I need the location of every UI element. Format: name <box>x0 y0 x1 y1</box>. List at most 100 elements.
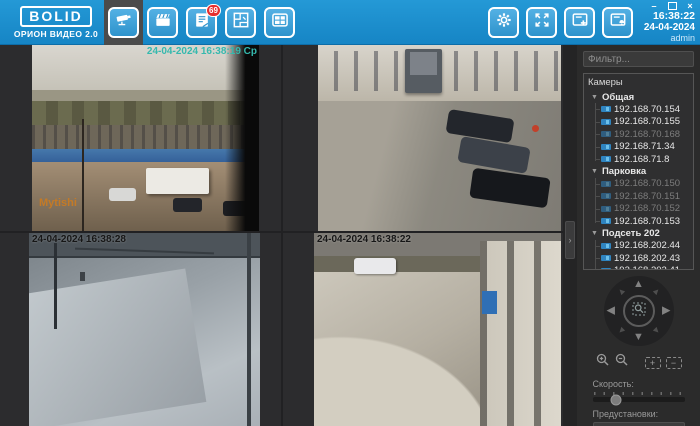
scene-columns <box>480 241 562 426</box>
cameras-view-button[interactable] <box>108 7 139 38</box>
events-count-badge: 69 <box>206 4 221 17</box>
ptz-up-right-arrow[interactable]: ▲ <box>650 285 663 298</box>
events-journal-button[interactable]: 69 <box>186 7 217 38</box>
camera-cell-1[interactable]: 24-04-2024 16:38:19 Ср Mytishi <box>0 45 281 231</box>
presets-control: Предустановки: <box>593 409 685 426</box>
camera-filter-input[interactable] <box>583 51 694 67</box>
clock-date: 24-04-2024 <box>644 22 695 33</box>
tree-camera-item[interactable]: 192.168.71.34 <box>584 141 693 154</box>
toolbar-events-slot: 69 <box>182 0 221 45</box>
ptz-up-left-arrow[interactable]: ▲ <box>615 285 628 298</box>
camera-timestamp: 24-04-2024 16:38:22 <box>317 234 411 245</box>
settings-button[interactable] <box>488 7 519 38</box>
magnifier-plus-icon <box>596 353 610 372</box>
scene-sign <box>482 291 497 314</box>
tree-camera-item[interactable]: 192.168.70.153 <box>584 215 693 228</box>
tree-group-podset-202[interactable]: Подсеть 202 <box>584 228 693 240</box>
toolbar-archive-slot <box>143 0 182 45</box>
camera-ip: 192.168.202.44 <box>614 240 680 251</box>
toolbar-cameras-slot <box>104 0 143 45</box>
focus-plus-button[interactable]: + <box>645 357 661 369</box>
presets-dropdown[interactable] <box>593 422 685 426</box>
tree-camera-item[interactable]: 192.168.70.151 <box>584 190 693 203</box>
presets-label: Предустановки: <box>593 409 685 419</box>
fullscreen-arrows-icon <box>532 10 552 35</box>
session-status: 16:38:22 24-04-2024 admin <box>644 11 695 44</box>
sidebar-collapse-handle[interactable]: › <box>565 221 575 259</box>
right-sidebar: Камеры Общая 192.168.70.154 192.168.70.1… <box>577 45 700 426</box>
tree-group-obshchaya[interactable]: Общая <box>584 91 693 103</box>
ptz-area-zoom-button[interactable] <box>623 295 655 327</box>
tree-camera-item[interactable]: 192.168.70.168 <box>584 128 693 141</box>
camera-timestamp: 24-04-2024 16:38:28 <box>32 234 126 245</box>
ptz-right-arrow[interactable]: ▶ <box>662 306 670 317</box>
toolbar-right-group <box>488 7 633 38</box>
ptz-up-arrow[interactable]: ▲ <box>633 279 644 290</box>
ptz-zoom-controls: + − <box>596 353 682 372</box>
camera-ip: 192.168.202.43 <box>614 253 680 264</box>
layouts-button[interactable] <box>264 7 295 38</box>
clock-time: 16:38:22 <box>644 11 695 22</box>
ptz-down-left-arrow[interactable]: ▲ <box>615 324 628 337</box>
camera-video-courtyard <box>318 45 561 231</box>
tree-group-parkovka[interactable]: Парковка <box>584 166 693 178</box>
camera-icon <box>601 119 611 125</box>
scene-figure <box>80 272 85 281</box>
camera-ip: 192.168.71.8 <box>614 154 669 165</box>
tree-camera-item[interactable]: 192.168.70.154 <box>584 103 693 116</box>
camera-icon <box>601 243 611 249</box>
tree-camera-item[interactable]: 192.168.202.41 <box>584 265 693 271</box>
group-label: Общая <box>602 92 634 103</box>
camera-icon <box>601 218 611 224</box>
focus-minus-button[interactable]: − <box>666 357 682 369</box>
camera-ip: 192.168.70.153 <box>614 216 680 227</box>
tree-camera-item[interactable]: 192.168.202.43 <box>584 252 693 265</box>
speed-slider[interactable] <box>593 397 685 402</box>
archive-button[interactable] <box>147 7 178 38</box>
camera-ip: 192.168.70.152 <box>614 203 680 214</box>
camera-cell-2[interactable] <box>283 45 563 231</box>
tree-camera-item[interactable]: 192.168.70.150 <box>584 178 693 191</box>
camera-icon <box>601 193 611 199</box>
tree-camera-item[interactable]: 192.168.202.44 <box>584 240 693 253</box>
fullscreen-button[interactable] <box>526 7 557 38</box>
zoom-out-button[interactable] <box>615 353 629 372</box>
top-toolbar: BOLID ОРИОН ВИДЕО 2.0 <box>0 0 700 45</box>
alarm-monitor-button[interactable] <box>602 7 633 38</box>
camera-timestamp: 24-04-2024 16:38:19 Ср <box>147 46 257 57</box>
zoom-in-button[interactable] <box>596 353 610 372</box>
camera-ip: 192.168.70.154 <box>614 104 680 115</box>
floor-plans-button[interactable] <box>225 7 256 38</box>
camera-ip: 192.168.70.151 <box>614 191 680 202</box>
grid-layout-icon <box>270 10 290 35</box>
camera-icon <box>601 131 611 137</box>
speed-control: Скорость: <box>593 379 685 402</box>
camera-icon <box>601 268 611 270</box>
floor-plan-icon <box>231 10 251 35</box>
camera-icon <box>601 206 611 212</box>
scene-pole <box>54 243 57 330</box>
camera-cell-4[interactable]: 24-04-2024 16:38:22 <box>283 233 563 426</box>
tree-camera-item[interactable]: 192.168.71.8 <box>584 153 693 166</box>
speed-label: Скорость: <box>593 379 685 389</box>
add-monitor-button[interactable] <box>564 7 595 38</box>
scene-truck <box>146 168 210 194</box>
tree-camera-item[interactable]: 192.168.70.155 <box>584 116 693 129</box>
camera-cell-3[interactable]: 24-04-2024 16:38:28 <box>0 233 281 426</box>
camera-icon <box>601 181 611 187</box>
ptz-down-right-arrow[interactable]: ▲ <box>650 324 663 337</box>
tree-camera-item[interactable]: 192.168.70.152 <box>584 203 693 216</box>
toolbar-left-group: 69 <box>104 0 299 45</box>
tree-children: 192.168.70.150 192.168.70.151 192.168.70… <box>584 178 693 228</box>
sidebar-splitter: › <box>563 45 577 426</box>
speed-slider-thumb[interactable] <box>611 394 622 405</box>
camera-ip: 192.168.70.155 <box>614 116 680 127</box>
ptz-down-arrow[interactable]: ▼ <box>633 332 644 343</box>
ptz-left-arrow[interactable]: ◀ <box>607 306 615 317</box>
camera-ip: 192.168.202.41 <box>614 265 680 270</box>
camera-ip: 192.168.70.150 <box>614 178 680 189</box>
tree-children: 192.168.202.44 192.168.202.43 192.168.20… <box>584 240 693 271</box>
scene-truck-box <box>410 52 437 74</box>
group-label: Парковка <box>602 166 646 177</box>
camera-tree-panel: Камеры Общая 192.168.70.154 192.168.70.1… <box>583 73 694 270</box>
